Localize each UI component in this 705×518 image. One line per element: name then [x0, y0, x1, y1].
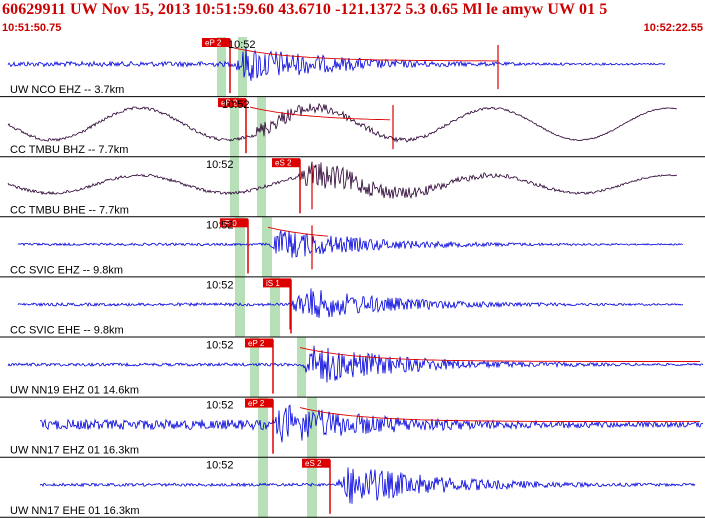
amplitude-envelope	[229, 46, 498, 62]
time-tick-label: 10:52	[206, 159, 234, 171]
time-window-band	[262, 217, 272, 278]
waveform-trace[interactable]	[7, 161, 678, 200]
event-header: 60629911 UW Nov 15, 2013 10:51:59.60 43.…	[0, 0, 705, 37]
station-label: UW NN17 EHZ 01 16.3km	[10, 445, 139, 457]
waveform-trace[interactable]	[7, 345, 704, 383]
phase-pick-label[interactable]: eS 2	[275, 159, 292, 168]
event-title: 60629911 UW Nov 15, 2013 10:51:59.60 43.…	[2, 1, 608, 18]
time-window-band	[297, 337, 306, 398]
time-tick-label: 10:52	[206, 340, 234, 352]
waveform-trace[interactable]	[7, 102, 677, 143]
seismogram-panel[interactable]: eP 2 10:52 UW NCO EHZ -- 3.7km eP 2 10:52 CC …	[0, 37, 705, 518]
amplitude-envelope	[267, 226, 329, 237]
waveform-trace[interactable]	[39, 404, 704, 443]
window-end-time: 10:52:22.55	[643, 22, 703, 34]
time-window-band	[257, 157, 266, 218]
waveform-trace[interactable]	[17, 288, 684, 318]
time-tick-label: 10:52	[206, 400, 234, 412]
waveform-trace[interactable]	[17, 230, 684, 258]
time-tick-label: 10:52	[228, 39, 256, 51]
time-tick-label: 10:52	[222, 99, 250, 111]
waveform-trace[interactable]	[39, 467, 696, 504]
time-window-band	[235, 277, 245, 338]
time-tick-label: 10:52	[206, 460, 234, 472]
amplitude-envelope	[299, 407, 700, 423]
phase-pick-label[interactable]: eP 2	[248, 399, 265, 408]
phase-pick-label[interactable]: eP 2	[205, 39, 222, 48]
station-label: UW NN19 EHZ 01 14.6km	[10, 385, 139, 397]
phase-pick-label[interactable]: iS 1	[266, 279, 280, 288]
station-label: UW NCO EHZ -- 3.7km	[10, 84, 124, 96]
station-label: CC SVIC EHZ -- 9.8km	[10, 264, 123, 276]
amplitude-envelope	[249, 106, 391, 121]
time-tick-label: 10:52	[206, 219, 234, 231]
station-label: CC TMBU BHE -- 7.7km	[10, 204, 129, 216]
time-window-band	[258, 457, 268, 518]
station-label: CC SVIC EHE -- 9.8km	[10, 325, 124, 337]
phase-pick-label[interactable]: eS 2	[305, 459, 322, 468]
station-label: UW NN17 EHE 01 16.3km	[10, 505, 140, 517]
window-start-time: 10:51:50.75	[2, 22, 62, 34]
station-label: CC TMBU BHZ -- 7.7km	[10, 144, 128, 156]
phase-pick-label[interactable]: eP 2	[248, 339, 265, 348]
waveform-trace[interactable]	[7, 46, 666, 81]
time-tick-label: 10:52	[206, 279, 234, 291]
